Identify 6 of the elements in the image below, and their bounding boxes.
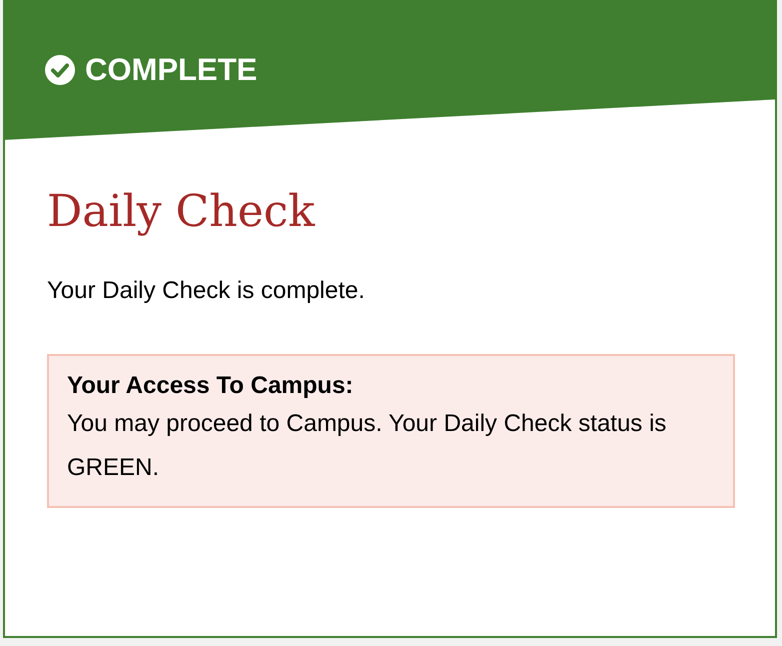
check-circle-icon	[45, 55, 75, 85]
alert-text: You may proceed to Campus. Your Daily Check status is GREEN.	[67, 409, 667, 483]
alert-heading: Your Access To Campus:	[67, 371, 354, 401]
status-message: Your Daily Check is complete.	[47, 276, 366, 306]
page-title: Daily Check	[47, 185, 316, 239]
status-label: COMPLETE	[45, 50, 258, 90]
